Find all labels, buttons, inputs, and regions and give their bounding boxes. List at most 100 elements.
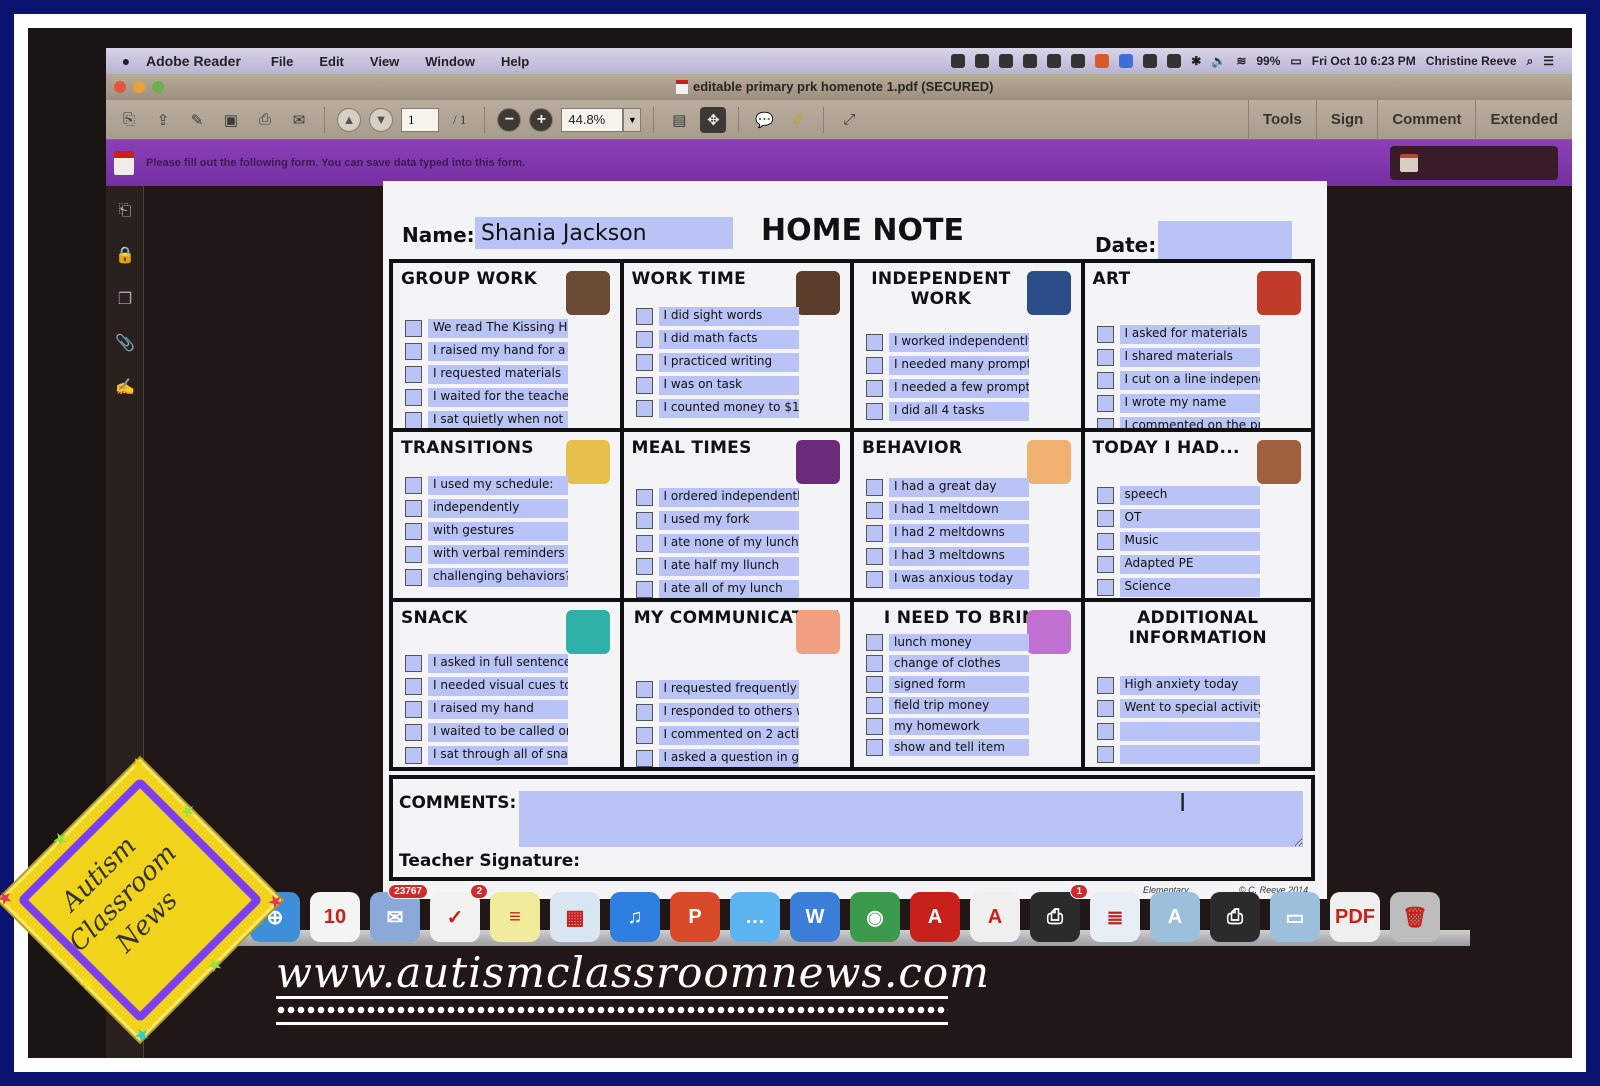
dock-document-icon[interactable]: ≣ bbox=[1090, 892, 1140, 942]
scrolling-mode-icon[interactable]: ▤ bbox=[666, 107, 692, 133]
checklist-item-field[interactable]: Science bbox=[1119, 578, 1260, 598]
wifi-icon[interactable]: ≋ bbox=[1236, 54, 1246, 68]
checklist-item-field[interactable]: I sat through all of snack bbox=[428, 745, 568, 765]
paw-tray-icon[interactable] bbox=[999, 54, 1014, 68]
highlight-fields-button[interactable] bbox=[1390, 146, 1558, 180]
checklist-item-field[interactable]: I sat quietly when not my turn bbox=[428, 411, 568, 429]
dock-adobe-reader-icon[interactable]: A bbox=[970, 892, 1020, 942]
checkbox[interactable] bbox=[1096, 510, 1114, 528]
checklist-item-field[interactable]: I ordered independently bbox=[658, 488, 799, 508]
lightbulb-tray-icon[interactable] bbox=[1023, 54, 1038, 68]
dock-applications-folder-icon[interactable]: A bbox=[1150, 892, 1200, 942]
minimize-window-button[interactable] bbox=[133, 81, 145, 93]
checklist-item-field[interactable] bbox=[1119, 721, 1260, 741]
checkbox[interactable] bbox=[405, 546, 422, 564]
checklist-item-field[interactable]: I did sight words bbox=[658, 307, 799, 326]
checkbox[interactable] bbox=[635, 726, 653, 744]
checkbox[interactable] bbox=[405, 366, 422, 383]
checkbox[interactable] bbox=[635, 354, 653, 371]
checklist-item-field[interactable]: I commented on the project once bbox=[1119, 417, 1260, 429]
checklist-item-field[interactable]: I counted money to $1 bbox=[658, 399, 799, 418]
checklist-item-field[interactable]: independently bbox=[428, 499, 568, 519]
checkbox[interactable] bbox=[1096, 556, 1114, 574]
checklist-item-field[interactable]: Went to special activity bbox=[1119, 698, 1260, 718]
checkbox[interactable] bbox=[1096, 699, 1114, 717]
checklist-item-field[interactable]: I had 3 meltdowns bbox=[889, 547, 1029, 567]
checkbox[interactable] bbox=[635, 558, 653, 576]
dock-chrome-icon[interactable]: ◉ bbox=[850, 892, 900, 942]
dropbox-tray-icon[interactable] bbox=[1119, 54, 1134, 68]
checkbox[interactable] bbox=[866, 675, 883, 693]
dock-printer-icon[interactable]: ⎙ bbox=[1210, 892, 1260, 942]
create-pdf-icon[interactable]: ⎘ bbox=[116, 107, 142, 133]
checklist-item-field[interactable]: I had a great day bbox=[889, 478, 1029, 498]
bank-tray-icon[interactable] bbox=[1047, 54, 1062, 68]
checkbox[interactable] bbox=[635, 535, 653, 553]
zoom-window-button[interactable] bbox=[152, 81, 164, 93]
checkbox[interactable] bbox=[1096, 418, 1114, 429]
user-name[interactable]: Christine Reeve bbox=[1426, 54, 1517, 68]
checkbox[interactable] bbox=[405, 723, 422, 741]
checklist-item-field[interactable]: I cut on a line independently bbox=[1119, 371, 1260, 390]
checkbox[interactable] bbox=[866, 696, 883, 714]
checkbox[interactable] bbox=[635, 489, 653, 507]
checklist-item-field[interactable]: I used my schedule: bbox=[428, 476, 568, 496]
attachments-icon[interactable]: 📎 bbox=[114, 332, 136, 354]
checkbox[interactable] bbox=[635, 400, 653, 417]
checkbox[interactable] bbox=[1096, 745, 1114, 763]
dock-pdf-file-icon[interactable]: PDF bbox=[1330, 892, 1380, 942]
edit-pdf-icon[interactable]: ✎ bbox=[184, 107, 210, 133]
checklist-item-field[interactable]: I commented on 2 activities bbox=[658, 725, 799, 745]
checkbox[interactable] bbox=[635, 749, 653, 767]
checkbox[interactable] bbox=[866, 502, 883, 520]
checklist-item-field[interactable]: with verbal reminders bbox=[428, 545, 568, 565]
checkbox[interactable] bbox=[866, 479, 883, 497]
checklist-item-field[interactable]: I was anxious today bbox=[889, 570, 1029, 590]
checkbox[interactable] bbox=[405, 500, 422, 518]
checklist-item-field[interactable] bbox=[1119, 744, 1260, 764]
checklist-item-field[interactable]: I ate none of my lunch bbox=[658, 534, 799, 554]
checklist-item-field[interactable]: I ate half my llunch bbox=[658, 557, 799, 577]
checkbox[interactable] bbox=[405, 343, 422, 360]
menu-help[interactable]: Help bbox=[501, 54, 529, 69]
checklist-item-field[interactable]: I requested frequently bbox=[658, 679, 799, 699]
checkbox[interactable] bbox=[635, 377, 653, 394]
battery-percent[interactable]: 99% bbox=[1256, 54, 1280, 68]
zoom-out-button[interactable]: − bbox=[497, 107, 522, 132]
zoom-dropdown-button[interactable]: ▼ bbox=[623, 107, 642, 132]
drive-tray-icon[interactable] bbox=[975, 54, 990, 68]
zoom-level-input[interactable] bbox=[561, 107, 624, 132]
page-thumbnails-icon[interactable]: ⎗ bbox=[114, 200, 136, 222]
checkbox[interactable] bbox=[405, 677, 422, 695]
sticky-note-icon[interactable]: 💬 bbox=[751, 107, 777, 133]
checkbox[interactable] bbox=[866, 571, 883, 589]
full-screen-icon[interactable]: ⤢ bbox=[836, 107, 862, 133]
checklist-item-field[interactable]: with gestures bbox=[428, 522, 568, 542]
checklist-item-field[interactable]: show and tell item bbox=[889, 738, 1029, 756]
dock-acrobat-icon[interactable]: A bbox=[910, 892, 960, 942]
checklist-item-field[interactable]: I practiced writing bbox=[658, 353, 799, 372]
checkbox[interactable] bbox=[635, 308, 653, 325]
checkbox[interactable] bbox=[635, 512, 653, 530]
checklist-item-field[interactable]: I needed many prompts bbox=[889, 356, 1029, 375]
dock-reminders-icon[interactable]: ✓ 2 bbox=[430, 884, 488, 942]
checklist-item-field[interactable]: I shared materials bbox=[1119, 348, 1260, 367]
checkbox[interactable] bbox=[866, 738, 883, 756]
signatures-icon[interactable]: ✍ bbox=[114, 376, 136, 398]
volume-icon[interactable]: 🔈 bbox=[1211, 54, 1226, 68]
checklist-item-field[interactable]: I did math facts bbox=[658, 330, 799, 349]
dock-calendar-icon[interactable]: 10 bbox=[310, 892, 360, 942]
checkbox[interactable] bbox=[866, 525, 883, 543]
checklist-item-field[interactable]: Music bbox=[1119, 532, 1260, 552]
checkbox[interactable] bbox=[405, 700, 422, 718]
checkbox[interactable] bbox=[405, 569, 422, 587]
menubar-app-name[interactable]: Adobe Reader bbox=[146, 53, 241, 69]
airplay-tray-icon[interactable] bbox=[1143, 54, 1158, 68]
checklist-item-field[interactable]: field trip money bbox=[889, 696, 1029, 714]
menu-edit[interactable]: Edit bbox=[319, 54, 344, 69]
page-number-input[interactable] bbox=[401, 107, 439, 132]
next-page-button[interactable]: ▼ bbox=[369, 107, 393, 132]
checkbox[interactable] bbox=[405, 746, 422, 764]
checklist-item-field[interactable]: Adapted PE bbox=[1119, 555, 1260, 575]
zoom-in-button[interactable]: + bbox=[529, 107, 554, 132]
